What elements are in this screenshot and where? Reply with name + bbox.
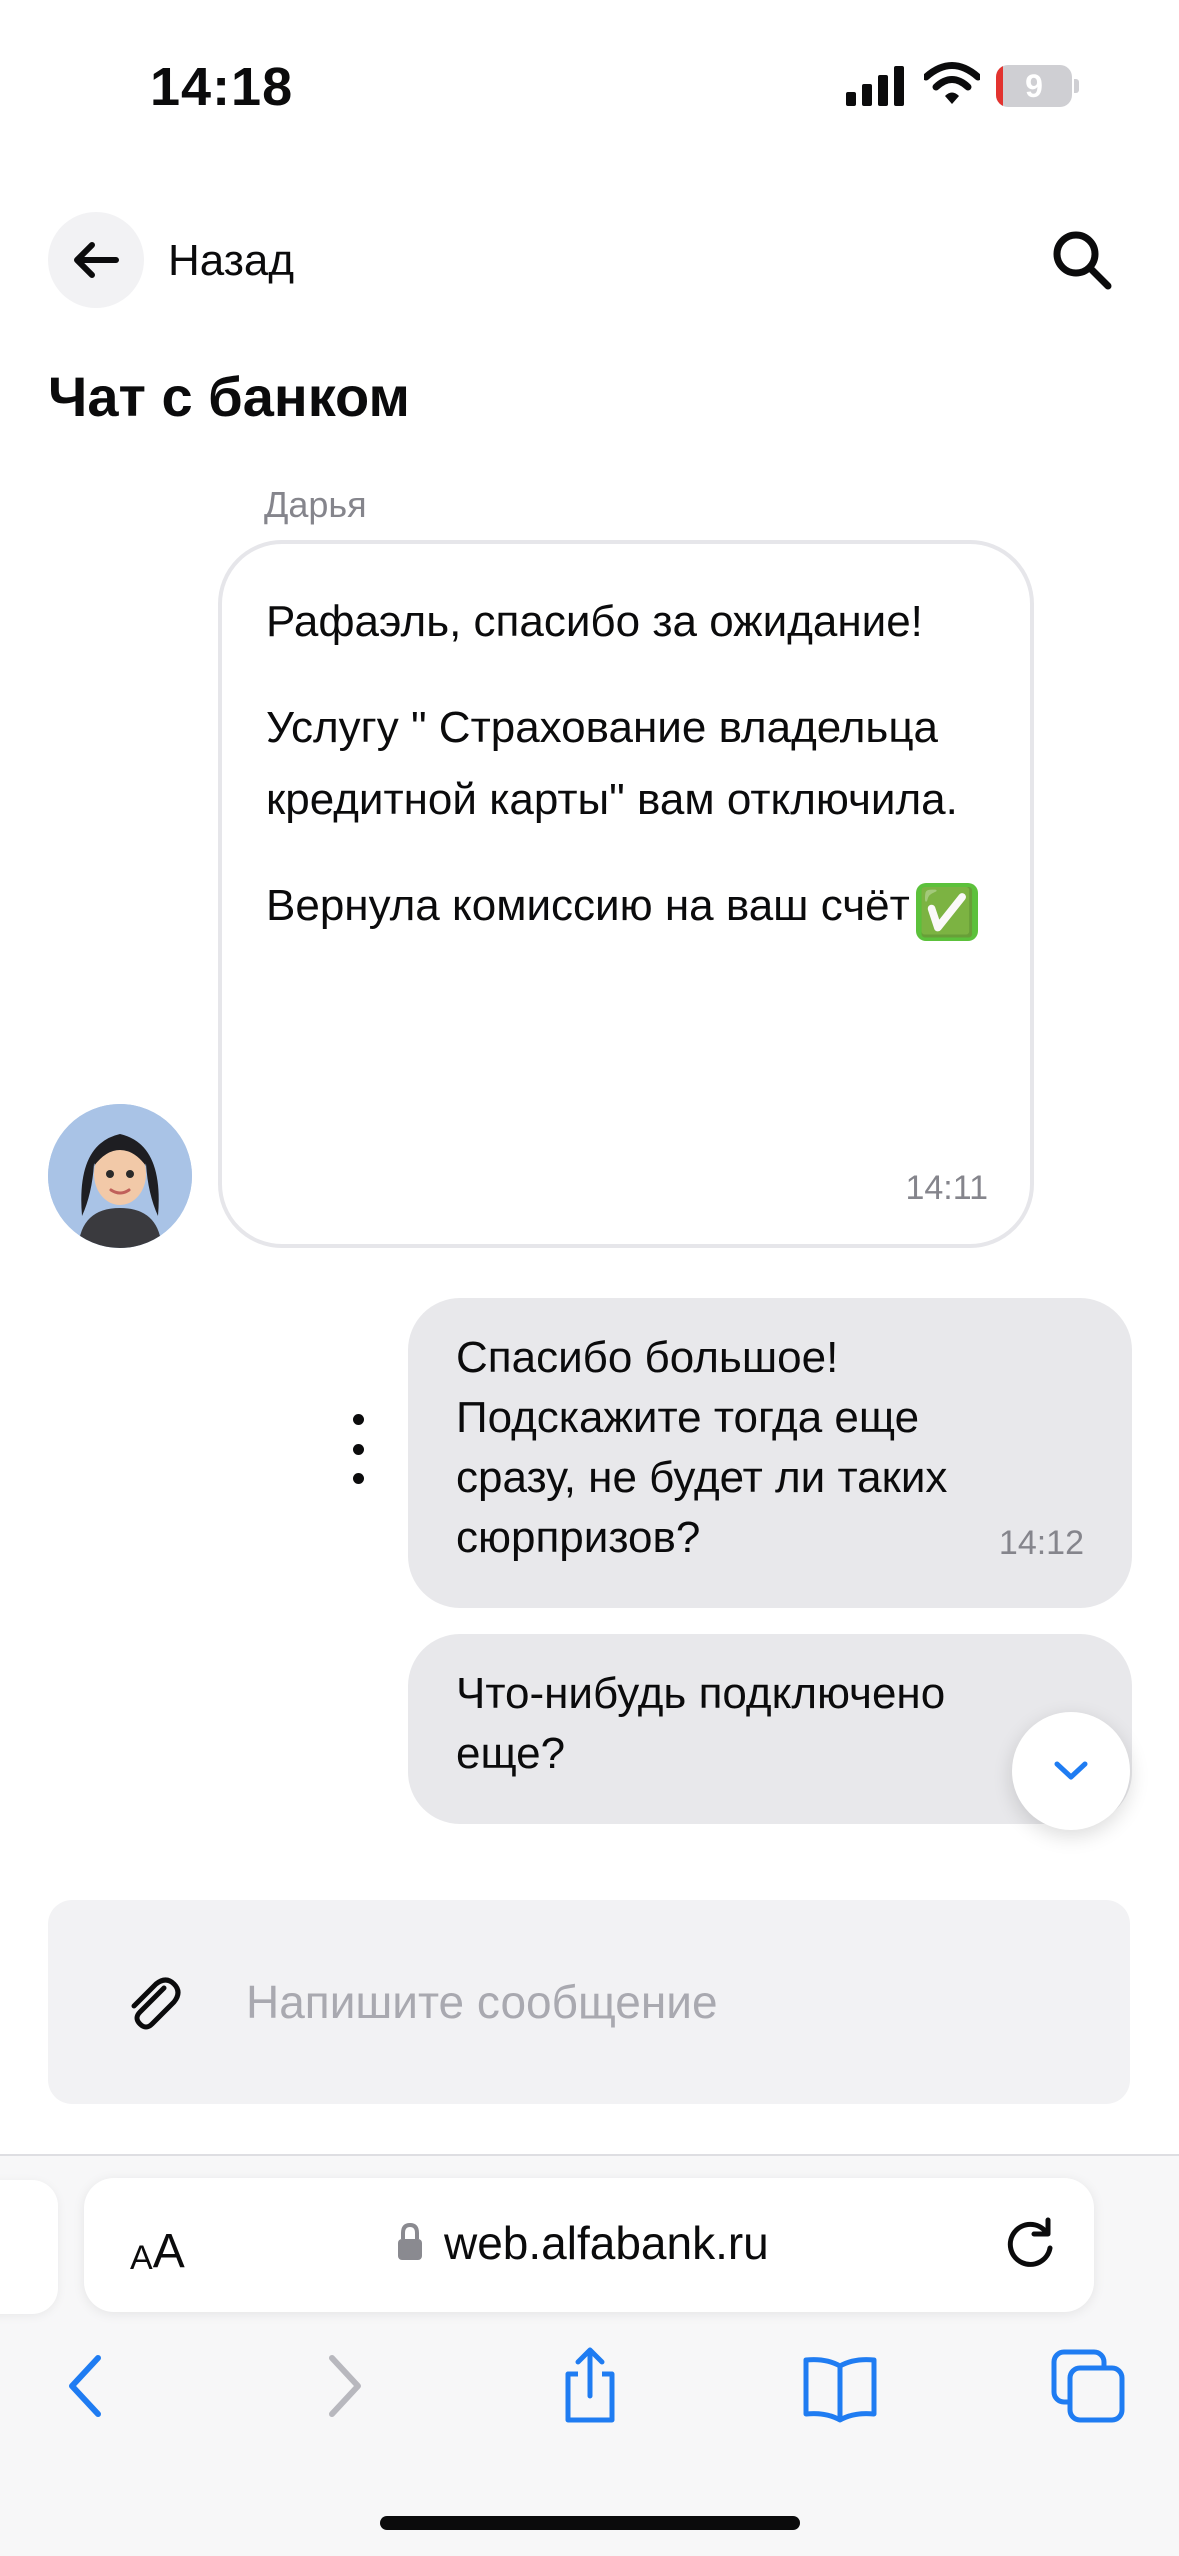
browser-forward-icon[interactable] [300, 2344, 384, 2428]
message-paragraph: Рафаэль, спасибо за ожидание! [266, 597, 923, 646]
paperclip-icon[interactable] [120, 1970, 184, 2034]
chevron-down-icon [1054, 1761, 1088, 1780]
message-input[interactable] [246, 1966, 1066, 2038]
text-size-big-label: A [152, 2225, 185, 2278]
text-size-small-label: A [130, 2239, 153, 2277]
message-paragraph: Вернула комиссию на ваш счёт ✅ [266, 870, 986, 942]
message-text: Спасибо большое! Подскажите тогда еще ср… [456, 1333, 948, 1562]
message-composer [48, 1900, 1130, 2104]
reload-icon[interactable] [1000, 2214, 1060, 2274]
back-label[interactable]: Назад [168, 236, 294, 286]
browser-back-icon[interactable] [46, 2344, 130, 2428]
status-bar: 14:18 9 [0, 0, 1179, 170]
wifi-icon [924, 62, 980, 104]
back-button[interactable] [48, 212, 144, 308]
message-paragraph: Услугу " Страхование владельца кредитной… [266, 703, 958, 824]
url-text[interactable]: web.alfabank.ru [444, 2216, 769, 2270]
scroll-down-button[interactable] [1012, 1712, 1130, 1830]
more-vertical-icon[interactable] [340, 1414, 376, 1484]
bookmarks-icon[interactable] [798, 2344, 882, 2428]
message-paragraph-text: Вернула комиссию на ваш счёт [266, 881, 910, 930]
lock-icon [398, 2222, 422, 2260]
check-mark-emoji: ✅ [915, 883, 978, 941]
battery-icon: 9 [996, 65, 1079, 107]
battery-level: 9 [1025, 68, 1043, 104]
signal-icon [846, 66, 904, 106]
outgoing-message-bubble[interactable]: Спасибо большое! Подскажите тогда еще ср… [408, 1298, 1132, 1608]
status-time: 14:18 [150, 57, 294, 117]
page-title: Чат с банком [48, 365, 410, 428]
operator-avatar-icon [48, 1104, 192, 1248]
text-size-button[interactable]: AA [130, 2214, 185, 2278]
search-icon[interactable] [1050, 228, 1114, 292]
avatar [48, 1104, 192, 1248]
back-arrow-icon [74, 242, 119, 278]
tabs-icon[interactable] [1046, 2344, 1130, 2428]
message-time: 14:12 [998, 1524, 1084, 1562]
incoming-message-bubble[interactable]: Рафаэль, спасибо за ожидание! Услугу " С… [218, 540, 1034, 1248]
message-time: 14:11 [905, 1169, 988, 1207]
sender-name: Дарья [264, 484, 367, 525]
previous-tab-peek[interactable] [0, 2180, 58, 2314]
home-indicator [380, 2516, 800, 2530]
message-text: Что-нибудь подключено еще? [456, 1669, 946, 1778]
share-icon[interactable] [548, 2344, 632, 2428]
address-bar[interactable]: AA web.alfabank.ru [84, 2178, 1094, 2312]
